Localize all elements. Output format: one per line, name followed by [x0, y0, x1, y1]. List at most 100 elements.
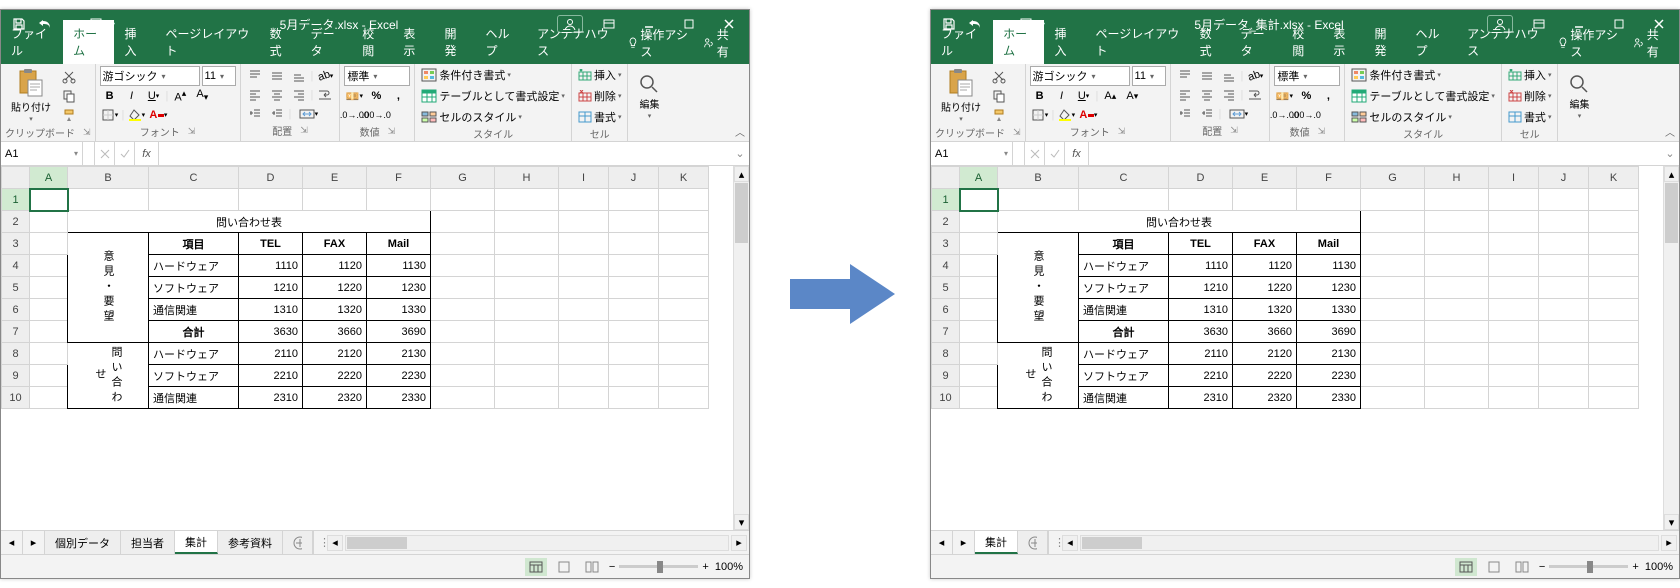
new-sheet-button[interactable]	[283, 531, 313, 554]
decrease-decimal-button[interactable]: .00→.0	[1296, 106, 1316, 124]
data-cell[interactable]: 2220	[303, 365, 367, 387]
data-cell[interactable]: 通信関連	[149, 299, 239, 321]
tab-developer[interactable]: 開発	[434, 20, 475, 64]
row-header[interactable]: 5	[932, 277, 960, 299]
decrease-indent-button[interactable]	[1175, 105, 1195, 123]
row-header[interactable]: 8	[932, 343, 960, 365]
vertical-scrollbar[interactable]: ▴ ▾	[1663, 166, 1679, 530]
data-cell[interactable]: 3630	[1169, 321, 1233, 343]
tab-file[interactable]: ファイル	[931, 20, 993, 64]
decrease-indent-button[interactable]	[245, 105, 265, 123]
italic-button[interactable]: I	[122, 87, 142, 105]
row-header[interactable]: 1	[2, 189, 30, 211]
page-break-view-icon[interactable]	[581, 558, 603, 576]
col-header[interactable]: D	[1169, 167, 1233, 189]
decrease-decimal-button[interactable]: .00→.0	[366, 106, 386, 124]
formula-bar[interactable]	[159, 142, 731, 165]
sheet-nav-next-icon[interactable]: ▸	[23, 531, 45, 554]
bold-button[interactable]: B	[1030, 87, 1050, 105]
col-header[interactable]: G	[1361, 167, 1425, 189]
row-header[interactable]: 8	[2, 343, 30, 365]
borders-button[interactable]: ▾	[1030, 106, 1050, 124]
data-cell[interactable]: ハードウェア	[1079, 343, 1169, 365]
data-cell[interactable]: 1230	[367, 277, 431, 299]
chevron-down-icon[interactable]: ▾	[70, 149, 78, 158]
data-cell[interactable]: 1110	[239, 255, 303, 277]
data-cell[interactable]: 2220	[1233, 365, 1297, 387]
align-bottom-button[interactable]	[289, 67, 309, 85]
format-painter-button[interactable]	[989, 106, 1009, 124]
italic-button[interactable]: I	[1052, 87, 1072, 105]
tab-file[interactable]: ファイル	[1, 20, 63, 64]
row-header[interactable]: 2	[2, 211, 30, 233]
format-cells-button[interactable]: 書式▾	[1506, 108, 1554, 126]
align-bottom-button[interactable]	[1219, 67, 1239, 85]
formula-cancel-icon[interactable]	[95, 142, 115, 165]
col-header[interactable]: J	[609, 167, 659, 189]
row-header[interactable]: 1	[932, 189, 960, 211]
percent-button[interactable]: %	[366, 87, 386, 105]
decrease-font-button[interactable]: A▾	[1122, 87, 1142, 105]
tab-help[interactable]: ヘルプ	[476, 20, 528, 64]
underline-button[interactable]: U▾	[1074, 87, 1094, 105]
data-cell[interactable]: 2230	[1297, 365, 1361, 387]
sheet-nav-prev-icon[interactable]: ◂	[1, 531, 23, 554]
data-header[interactable]: FAX	[1233, 233, 1297, 255]
share-button[interactable]: 共有	[1627, 22, 1673, 64]
accounting-format-button[interactable]: 💴▾	[344, 87, 364, 105]
collapse-ribbon-icon[interactable]: ︿	[735, 124, 745, 139]
data-cell[interactable]: ソフトウェア	[149, 277, 239, 299]
row-header[interactable]: 9	[2, 365, 30, 387]
tab-home[interactable]: ホーム	[993, 20, 1044, 64]
tab-review[interactable]: 校閲	[352, 20, 393, 64]
row-header[interactable]: 5	[2, 277, 30, 299]
data-cell[interactable]: 通信関連	[1079, 299, 1169, 321]
align-top-button[interactable]	[1175, 67, 1195, 85]
insert-cells-button[interactable]: 挿入▾	[576, 66, 624, 84]
tab-home[interactable]: ホーム	[63, 20, 114, 64]
col-header[interactable]: H	[495, 167, 559, 189]
data-cell[interactable]: 2320	[1233, 387, 1297, 409]
col-header[interactable]: C	[149, 167, 239, 189]
data-cell[interactable]: 1210	[239, 277, 303, 299]
cut-button[interactable]	[59, 68, 79, 86]
fill-color-button[interactable]: ▾	[1056, 106, 1076, 124]
data-cell[interactable]: 2110	[1169, 343, 1233, 365]
tab-view[interactable]: 表示	[393, 20, 434, 64]
align-left-button[interactable]	[245, 86, 265, 104]
row-header[interactable]: 3	[2, 233, 30, 255]
orientation-button[interactable]: ab▾	[315, 67, 335, 85]
data-header[interactable]: TEL	[239, 233, 303, 255]
increase-font-button[interactable]: A▴	[1100, 87, 1120, 105]
data-cell[interactable]: 1220	[1233, 277, 1297, 299]
align-left-button[interactable]	[1175, 86, 1195, 104]
new-sheet-button[interactable]	[1018, 531, 1048, 554]
tab-data[interactable]: データ	[1231, 20, 1283, 64]
number-format-combo[interactable]: 標準▾	[344, 66, 410, 86]
tab-developer[interactable]: 開発	[1364, 20, 1405, 64]
data-header[interactable]: 項目	[1079, 233, 1169, 255]
data-cell[interactable]: 2230	[367, 365, 431, 387]
format-painter-button[interactable]	[59, 106, 79, 124]
data-cell[interactable]: 3660	[1233, 321, 1297, 343]
scrollbar-thumb[interactable]	[347, 537, 407, 549]
bold-button[interactable]: B	[100, 87, 120, 105]
align-middle-button[interactable]	[1197, 67, 1217, 85]
tab-data[interactable]: データ	[301, 20, 353, 64]
row-header[interactable]: 3	[932, 233, 960, 255]
font-size-combo[interactable]: 11▾	[1132, 66, 1166, 86]
row-header[interactable]: 9	[932, 365, 960, 387]
data-cell[interactable]: 2120	[1233, 343, 1297, 365]
col-header[interactable]: A	[30, 167, 68, 189]
data-cell[interactable]: ソフトウェア	[1079, 365, 1169, 387]
data-cell[interactable]: 2310	[1169, 387, 1233, 409]
data-cell[interactable]: 1130	[1297, 255, 1361, 277]
fill-color-button[interactable]: ▾	[126, 106, 146, 124]
cell[interactable]	[960, 189, 998, 211]
col-header[interactable]: I	[559, 167, 609, 189]
cell-styles-button[interactable]: セルのスタイル▾	[1349, 108, 1497, 126]
formula-bar[interactable]	[1089, 142, 1661, 165]
row-header[interactable]: 4	[2, 255, 30, 277]
find-select-button[interactable]: 編集 ▾	[632, 71, 666, 122]
zoom-out-icon[interactable]: −	[609, 561, 615, 573]
